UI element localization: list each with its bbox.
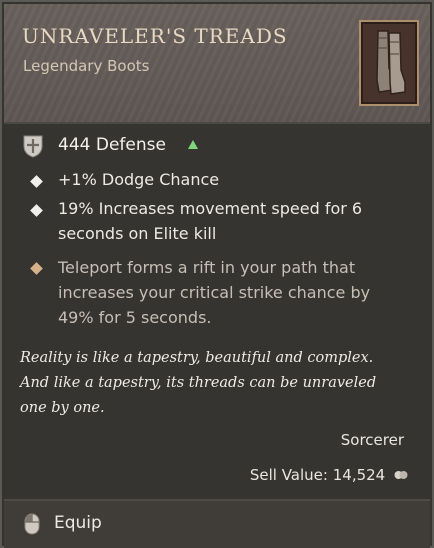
aspect-text-line: Teleport forms a rift in your path that bbox=[58, 258, 356, 277]
affix-text: +1% Dodge Chance bbox=[58, 170, 220, 189]
class-requirement: Sorcerer bbox=[340, 431, 404, 449]
affix-bullet-icon bbox=[30, 175, 43, 188]
gold-coin-icon bbox=[394, 471, 408, 479]
affix-text-line: 19% Increases movement speed for 6 bbox=[58, 199, 363, 218]
item-name: UNRAVELER'S TREADS bbox=[22, 24, 288, 48]
sell-value: Sell Value: 14,524 bbox=[250, 466, 408, 484]
flavor-line: Reality is like a tapestry, beautiful an… bbox=[20, 350, 374, 366]
flavor-line: one by one. bbox=[20, 400, 105, 416]
up-arrow-icon bbox=[188, 140, 198, 149]
defense-stat: 444 Defense bbox=[58, 135, 166, 155]
legendary-aspect: Teleport forms a rift in your path that … bbox=[58, 255, 398, 330]
sell-value-text: Sell Value: 14,524 bbox=[249, 466, 386, 484]
affix-movement-speed: 19% Increases movement speed for 6 secon… bbox=[58, 196, 362, 246]
flavor-line: And like a tapestry, its threads can be … bbox=[20, 375, 377, 391]
equip-button[interactable]: Equip bbox=[54, 513, 102, 533]
boots-icon bbox=[376, 30, 406, 95]
action-footer: Equip bbox=[4, 499, 430, 548]
header-divider bbox=[4, 122, 430, 124]
item-tooltip: UNRAVELER'S TREADS Legendary Boots 444 D… bbox=[0, 0, 434, 548]
item-icon-frame bbox=[359, 20, 419, 106]
flavor-text: Reality is like a tapestry, beautiful an… bbox=[20, 346, 420, 421]
aspect-text-line: increases your critical strike chance by bbox=[58, 283, 371, 302]
aspect-text-line: 49% for 5 seconds. bbox=[58, 308, 212, 327]
legendary-aspect-bullet-icon bbox=[30, 262, 43, 275]
affix-text-line: seconds on Elite kill bbox=[58, 224, 217, 243]
affix-dodge: +1% Dodge Chance bbox=[58, 167, 219, 192]
mouse-icon bbox=[24, 513, 40, 535]
armor-shield-icon bbox=[23, 135, 43, 158]
item-type: Legendary Boots bbox=[23, 57, 150, 75]
item-header: UNRAVELER'S TREADS Legendary Boots bbox=[4, 4, 430, 122]
affix-bullet-icon bbox=[30, 204, 43, 217]
